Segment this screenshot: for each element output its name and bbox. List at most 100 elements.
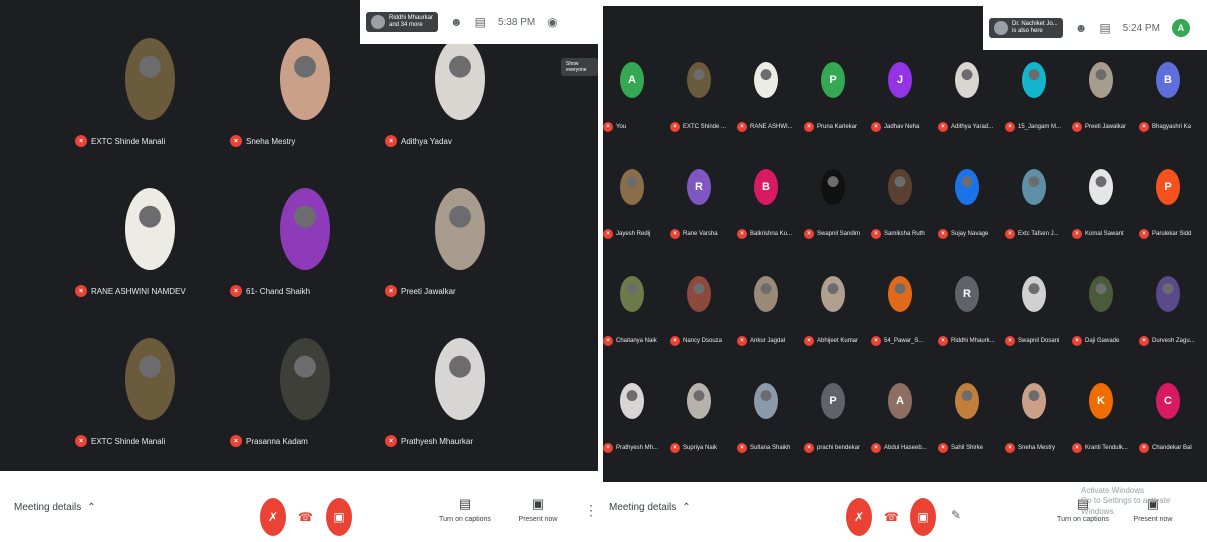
participant-tile[interactable]: × Komal Sawant xyxy=(1072,169,1139,259)
participant-tile[interactable]: B × Bhagyashri Ka xyxy=(1139,62,1206,152)
avatar xyxy=(687,276,711,312)
avatar xyxy=(1089,62,1113,98)
captions-button[interactable]: ▤ Turn on captions xyxy=(435,496,495,523)
participant-tile[interactable]: × Adithya Yadav xyxy=(385,32,535,172)
participant-name-label: Komal Sawant xyxy=(1085,231,1124,237)
participant-tile[interactable]: × Prasanna Kadam xyxy=(230,332,380,472)
participant-tile[interactable]: × Ankur Jagdal xyxy=(737,276,804,366)
participant-tile[interactable]: × Adithya Yarad... xyxy=(938,62,1005,152)
more-options-icon[interactable]: ⋮ xyxy=(584,502,598,519)
profile-icon[interactable]: ◉ xyxy=(547,15,557,29)
participant-tile[interactable]: × 61- Chand Shaikh xyxy=(230,182,380,322)
participant-tile[interactable]: × Sultana Shaikh xyxy=(737,383,804,473)
participant-tile[interactable]: × Supriya Naik xyxy=(670,383,737,473)
participant-name-label: Prasanna Kadam xyxy=(246,436,308,446)
participant-tile[interactable]: × Sahil Shirke xyxy=(938,383,1005,473)
participant-tile[interactable]: × Sujay Navage xyxy=(938,169,1005,259)
participant-name: × You xyxy=(603,122,669,132)
mic-muted-icon: × xyxy=(871,122,881,132)
participant-tile[interactable]: × EXTC Shinde Manali xyxy=(75,332,225,472)
right-meet-window: A × You × EXTC Shinde ... × RANE ASHWI... P × Pru… xyxy=(603,0,1207,542)
chat-icon[interactable]: ▤ xyxy=(1099,21,1110,35)
participant-tile[interactable]: B × Balkrishna Ku... xyxy=(737,169,804,259)
participant-chip[interactable]: Riddhi Mhaurkar and 34 more xyxy=(366,11,439,33)
avatar xyxy=(620,169,644,205)
participant-tile[interactable]: × 54_Pawar_S... xyxy=(871,276,938,366)
participant-tile[interactable]: × Daji Gawade xyxy=(1072,276,1139,366)
participant-tile[interactable]: × EXTC Shinde Manali xyxy=(75,32,225,172)
participant-name-label: Sujay Navage xyxy=(951,231,989,237)
participant-chip[interactable]: Dr. Nachiket Jo... is also here xyxy=(989,17,1063,39)
mic-off-icon: ✗ xyxy=(267,510,279,524)
participant-tile[interactable]: × RANE ASHWI... xyxy=(737,62,804,152)
participant-tile[interactable]: R × Rane Varsha xyxy=(670,169,737,259)
meeting-details-button[interactable]: Meeting details ⌃ xyxy=(14,502,96,513)
top-bar: Dr. Nachiket Jo... is also here ☻ ▤ 5:24… xyxy=(983,6,1207,50)
meeting-details-label: Meeting details xyxy=(609,502,677,513)
participant-name-label: RANE ASHWI... xyxy=(750,124,793,130)
avatar xyxy=(994,21,1008,35)
participant-tile[interactable]: × Prathyesh Mhaurkar xyxy=(385,332,535,472)
hang-up-button[interactable]: ☎ xyxy=(884,510,899,524)
participant-tile[interactable]: × Swapnil Dosani xyxy=(1005,276,1072,366)
participant-tile[interactable]: × Prathyesh Mh... xyxy=(603,383,670,473)
chat-icon[interactable]: ▤ xyxy=(475,15,486,29)
participant-name-label: Rane Varsha xyxy=(683,231,718,237)
edit-button[interactable]: ✎ xyxy=(951,508,961,522)
people-icon[interactable]: ☻ xyxy=(1075,21,1088,35)
participant-tile[interactable]: × Durvesh Zagu... xyxy=(1139,276,1206,366)
meeting-details-button[interactable]: Meeting details ⌃ xyxy=(609,502,691,513)
participant-tile[interactable]: × Swapnil Sandim xyxy=(804,169,871,259)
participant-name: × Sneha Mestry xyxy=(230,135,295,147)
camera-off-icon: ▣ xyxy=(333,510,345,524)
participant-tile[interactable]: × Chaitanya Naik xyxy=(603,276,670,366)
avatar xyxy=(1089,276,1113,312)
participant-tile[interactable]: K × Kranti Tendulk... xyxy=(1072,383,1139,473)
participant-tile[interactable]: × Abhijeet Kumar xyxy=(804,276,871,366)
participant-name-label: RANE ASHWINI NAMDEV xyxy=(91,286,186,296)
participant-tile[interactable]: × Extc Tafsen J... xyxy=(1005,169,1072,259)
participant-name-label: Prathyesh Mhaurkar xyxy=(401,436,474,446)
avatar xyxy=(371,15,385,29)
participant-tile[interactable]: A × Abdul Haseeb... xyxy=(871,383,938,473)
participant-tile[interactable]: × Preeti Jawalkar xyxy=(385,182,535,322)
participant-tile[interactable]: × Samiksha Ruth xyxy=(871,169,938,259)
present-icon: ▣ xyxy=(531,496,545,511)
present-button[interactable]: ▣ Present now xyxy=(508,496,568,523)
mic-off-button[interactable]: ✗ xyxy=(846,498,872,536)
profile-avatar[interactable]: A xyxy=(1171,19,1190,37)
people-icon[interactable]: ☻ xyxy=(450,15,463,29)
participant-name-label: Prathyesh Mh... xyxy=(616,445,659,451)
camera-off-button[interactable]: ▣ xyxy=(326,498,352,536)
participant-tile[interactable]: × RANE ASHWINI NAMDEV xyxy=(75,182,225,322)
participant-tile[interactable]: P × Pruna Karlekar xyxy=(804,62,871,152)
avatar xyxy=(955,169,979,205)
camera-off-button[interactable]: ▣ xyxy=(910,498,936,536)
avatar: A xyxy=(888,383,912,419)
captions-label: Turn on captions xyxy=(439,516,491,523)
left-meet-window: × EXTC Shinde Manali × Sneha Mestry × Adithya… xyxy=(0,0,598,542)
participant-name: × EXTC Shinde Manali xyxy=(75,135,165,147)
participant-name: × Prathyesh Mhaurkar xyxy=(385,435,473,447)
participant-tile[interactable]: P × Parulekar Sidd xyxy=(1139,169,1206,259)
participant-tile[interactable]: × Nancy Dsouza xyxy=(670,276,737,366)
mic-muted-icon: × xyxy=(385,285,397,297)
participant-name: × Durvesh Zagu... xyxy=(1139,336,1205,346)
participant-tile[interactable]: × EXTC Shinde ... xyxy=(670,62,737,152)
mic-muted-icon: × xyxy=(1005,122,1015,132)
participant-tile[interactable]: P × prachi bendekar xyxy=(804,383,871,473)
participant-tile[interactable]: J × Jadhav Neha xyxy=(871,62,938,152)
hang-up-button[interactable]: ☎ xyxy=(298,510,313,524)
participant-tile[interactable]: × Sneha Mestry xyxy=(230,32,380,172)
mic-off-button[interactable]: ✗ xyxy=(260,498,286,536)
participant-tile[interactable]: × Preeti Jawalkar xyxy=(1072,62,1139,152)
participant-tile[interactable]: R × Riddhi Mhaurk... xyxy=(938,276,1005,366)
participant-tile[interactable]: × 15_Jangam M... xyxy=(1005,62,1072,152)
participant-tile[interactable]: × Jayesh Redij xyxy=(603,169,670,259)
participant-tile[interactable]: C × Chandekar Bal xyxy=(1139,383,1206,473)
mic-muted-icon: × xyxy=(1072,336,1082,346)
participant-tile[interactable]: A × You xyxy=(603,62,670,152)
participant-grid: × EXTC Shinde Manali × Sneha Mestry × Adithya… xyxy=(75,32,535,462)
mic-muted-icon: × xyxy=(938,229,948,239)
participant-tile[interactable]: × Sneha Mestry xyxy=(1005,383,1072,473)
